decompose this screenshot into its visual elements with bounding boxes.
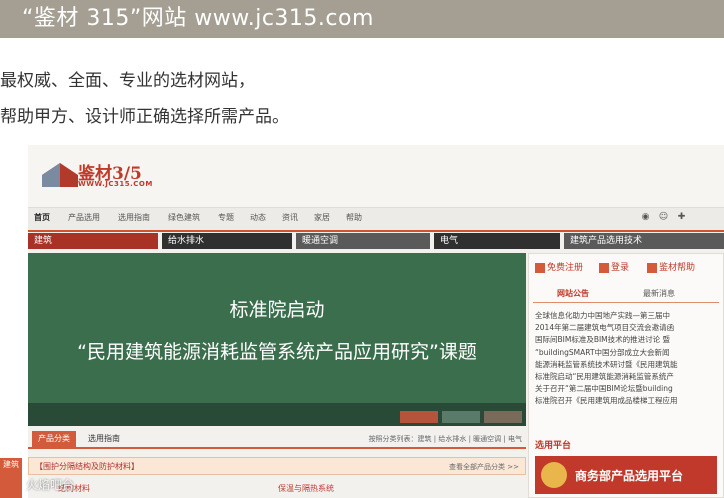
news-list: 全球信息化助力中国地产实践—第三届中 2014年第二届建筑电气项目交流会邀请函 … [535,310,719,408]
hero-banner[interactable]: 标准院启动 “民用建筑能源消耗监管系统产品应用研究”课题 [28,253,526,426]
banner-thumb-3[interactable] [484,411,522,423]
panel-item-insulation[interactable]: 保温与隔热系统 [278,483,334,494]
site-logo-url: WWW.JC315.COM [78,180,153,188]
right-sidebar: 免费注册 登录 鉴材帮助 网站公告 最新消息 全球信息化助力中国地产实践—第三届… [528,253,724,498]
view-all-link[interactable]: 查看全部产品分类 >> [449,462,519,472]
tab-latest-news[interactable]: 最新消息 [643,288,675,299]
platform-banner[interactable]: 商务部产品选用平台 [535,456,717,494]
website-screenshot: 鉴材3/5 WWW.JC315.COM 首页 产品选用 选用指南 绿色建筑 专题… [28,145,724,498]
help-link[interactable]: 鉴材帮助 [647,260,695,273]
product-tabs: 产品分类 选用指南 按照分类列表：建筑 | 给水排水 | 暖通空调 | 电气 [28,431,526,449]
help-icon [647,262,657,273]
nav-item-home-furnishing[interactable]: 家居 [314,212,330,223]
site-header: 鉴材3/5 WWW.JC315.COM [28,145,724,207]
nav-item-home[interactable]: 首页 [34,212,50,223]
list-item[interactable]: 标准院启动“民用建筑能源消耗监管系统产 [535,371,719,383]
list-item[interactable]: 全球信息化助力中国地产实践—第三届中 [535,310,719,322]
platform-banner-text: 商务部产品选用平台 [575,469,684,483]
platform-heading: 选用平台 [535,441,572,451]
tab-selection-guide[interactable]: 选用指南 [82,431,126,447]
nav-item-topics[interactable]: 专题 [218,212,234,223]
banner-subtitle: “民用建筑能源消耗监管系统产品应用研究”课题 [77,341,477,363]
page-header-title: “鉴材 315”网站 www.jc315.com [0,0,724,38]
list-item[interactable]: 2014年第二届建筑电气项目交流会邀请函 [535,322,719,334]
slogan-line-2: 帮助甲方、设计师正确选择所需产品。 [0,107,289,127]
category-architecture[interactable]: 建筑 [28,233,158,249]
panel-title: 【围护分隔结构及防护材料】 [35,462,139,471]
nav-item-products[interactable]: 产品选用 [68,212,100,223]
side-category-tab[interactable]: 建筑 [0,458,22,498]
login-link[interactable]: 登录 [599,260,629,273]
nav-item-news[interactable]: 动态 [250,212,266,223]
edit-icon [535,262,545,273]
banner-thumb-1[interactable] [400,411,438,423]
list-item[interactable]: 标准院召开《民用建筑用成品楼梯工程应用 [535,395,719,407]
nav-item-help[interactable]: 帮助 [346,212,362,223]
list-item[interactable]: 关于召开“第二届中国BIM论坛暨building [535,383,719,395]
nav-item-guide[interactable]: 选用指南 [118,212,150,223]
banner-title: 标准院启动 [229,299,325,321]
category-strip: 建筑 给水排水 暖通空调 电气 建筑产品选用技术 [28,233,724,249]
list-item[interactable]: “buildingSMART中国分部成立大会新闻 [535,347,719,359]
nav-item-green[interactable]: 绿色建筑 [168,212,200,223]
nav-item-info[interactable]: 资讯 [282,212,298,223]
main-nav: 首页 产品选用 选用指南 绿色建筑 专题 动态 资讯 家居 帮助 ◉ ☺ ✚ [28,207,724,232]
list-item[interactable]: 国际间BIM标准及BIM技术的推进讨论 暨 [535,334,719,346]
notice-tabs: 网站公告 最新消息 [533,286,719,303]
national-emblem-icon [541,462,567,488]
category-hvac[interactable]: 暖通空调 [296,233,430,249]
user-icon [599,262,609,273]
register-link[interactable]: 免费注册 [535,260,583,273]
share-icon[interactable]: ✚ [676,212,687,223]
eye-icon[interactable]: ◉ [640,212,651,223]
category-tech[interactable]: 建筑产品选用技术 [564,233,724,249]
tab-product-categories[interactable]: 产品分类 [32,431,76,447]
category-filter-links[interactable]: 按照分类列表：建筑 | 给水排水 | 暖通空调 | 电气 [369,434,522,444]
product-panel-header: 【围护分隔结构及防护材料】 查看全部产品分类 >> [28,457,526,475]
category-plumbing[interactable]: 给水排水 [162,233,292,249]
logo-house-icon [42,163,78,187]
user-icon[interactable]: ☺ [658,212,669,223]
slogan-line-1: 最权威、全面、专业的选材网站， [0,71,255,91]
category-electrical[interactable]: 电气 [434,233,560,249]
banner-thumbnail-strip [28,403,526,426]
list-item[interactable]: 能源消耗监管系统技术研讨暨《民用建筑能 [535,359,719,371]
banner-thumb-2[interactable] [442,411,480,423]
tab-announcements[interactable]: 网站公告 [557,288,589,299]
watermark: 火焰吧台 [26,478,75,492]
